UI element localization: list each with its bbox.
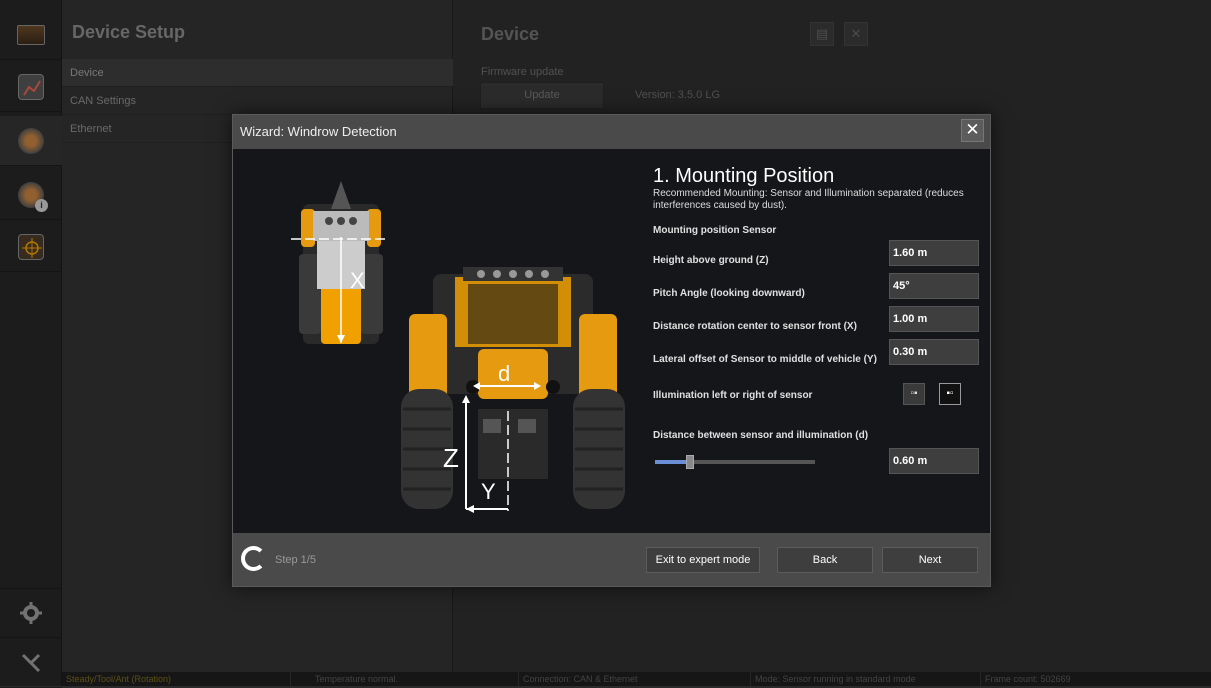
slider-thumb[interactable] (686, 455, 695, 469)
wizard-dialog: Wizard: Windrow Detection ✕ X d Z Y 1. M… (232, 114, 991, 587)
tractor-front-view (401, 267, 625, 513)
diagram-label-d: d (498, 361, 510, 386)
diagram-label-z: Z (443, 443, 459, 473)
distance-input[interactable]: 1.00 m (889, 306, 979, 332)
next-button[interactable]: Next (882, 547, 978, 573)
progress-spinner-icon (241, 546, 266, 571)
illumination-left-icon: ▫▪ (910, 388, 918, 399)
illumination-right-icon: ▪▫ (946, 388, 954, 399)
wizard-title: Wizard: Windrow Detection (240, 124, 397, 139)
illumination-right-button[interactable]: ▪▫ (939, 383, 961, 405)
illumination-label: Illumination left or right of sensor (653, 390, 813, 401)
mounting-subheading: Mounting position Sensor (653, 225, 777, 236)
separation-slider[interactable] (655, 460, 815, 464)
wizard-body: X d Z Y 1. Mounting Position Recommended… (233, 149, 990, 533)
recommendation-text: Recommended Mounting: Sensor and Illumin… (653, 188, 964, 211)
height-input[interactable]: 1.60 m (889, 240, 979, 266)
slider-fill (655, 460, 691, 464)
separation-input[interactable]: 0.60 m (889, 448, 979, 474)
mounting-form: 1. Mounting Position Recommended Mountin… (653, 149, 983, 533)
back-button[interactable]: Back (777, 547, 873, 573)
step-indicator: Step 1/5 (275, 554, 316, 566)
tractor-top-view (291, 181, 389, 344)
separation-label: Distance between sensor and illumination… (653, 430, 869, 441)
lateral-input[interactable]: 0.30 m (889, 339, 979, 365)
exit-expert-mode-button[interactable]: Exit to expert mode (646, 547, 760, 573)
pitch-label: Pitch Angle (looking downward) (653, 288, 805, 299)
wizard-footer: Step 1/5 Exit to expert mode Back Next (233, 533, 990, 587)
diagram-label-y: Y (481, 479, 496, 504)
distance-label: Distance rotation center to sensor front… (653, 321, 857, 332)
tractor-illustration: X d Z Y (291, 181, 625, 513)
illumination-left-button[interactable]: ▫▪ (903, 383, 925, 405)
step-heading: 1. Mounting Position (653, 165, 835, 187)
pitch-input[interactable]: 45° (889, 273, 979, 299)
height-label: Height above ground (Z) (653, 255, 769, 266)
lateral-label: Lateral offset of Sensor to middle of ve… (653, 354, 877, 365)
wizard-close-button[interactable]: ✕ (961, 119, 984, 142)
diagram-label-x: X (350, 268, 365, 293)
